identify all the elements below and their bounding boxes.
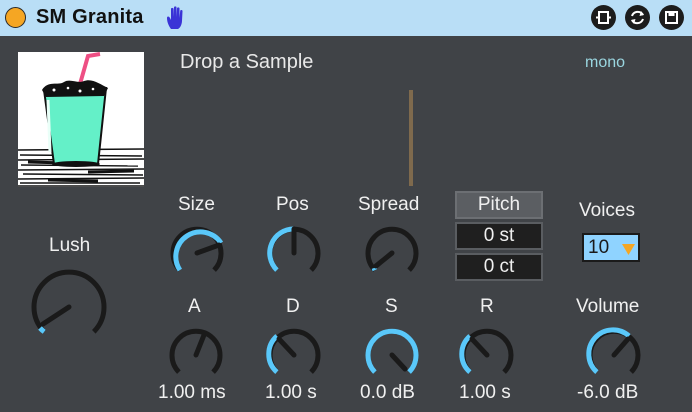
size-label: Size	[178, 194, 215, 215]
pitch-cents-field[interactable]: 0 ct	[455, 253, 543, 281]
device-title-bar: SM Granita	[0, 0, 692, 36]
sample-position-marker[interactable]	[409, 90, 413, 186]
volume-knob[interactable]	[583, 322, 645, 384]
sustain-value: 0.0 dB	[360, 382, 415, 403]
device-panel: SM Granita Drop a Sample mono Size Pos S…	[0, 0, 692, 412]
hotswap-icon[interactable]	[591, 5, 616, 30]
voices-value: 10	[588, 237, 610, 258]
attack-value: 1.00 ms	[158, 382, 226, 403]
save-icon[interactable]	[659, 5, 684, 30]
size-knob[interactable]	[166, 220, 228, 282]
release-value: 1.00 s	[459, 382, 511, 403]
decay-knob[interactable]	[263, 322, 325, 384]
sustain-knob[interactable]	[361, 322, 423, 384]
attack-knob[interactable]	[165, 322, 227, 384]
decay-value: 1.00 s	[265, 382, 317, 403]
release-knob[interactable]	[456, 322, 518, 384]
device-power-button[interactable]	[5, 7, 26, 28]
volume-label: Volume	[576, 296, 640, 317]
spread-knob[interactable]	[361, 220, 423, 282]
pitch-semitones-field[interactable]: 0 st	[455, 222, 543, 250]
release-label: R	[480, 296, 494, 317]
pos-knob[interactable]	[263, 220, 325, 282]
device-title: SM Granita	[36, 6, 144, 28]
lush-knob[interactable]	[24, 262, 114, 352]
attack-label: A	[188, 296, 201, 317]
granita-artwork	[17, 52, 145, 187]
sustain-label: S	[385, 296, 398, 317]
mono-toggle[interactable]: mono	[585, 54, 625, 72]
pitch-header: Pitch	[455, 191, 543, 219]
pos-label: Pos	[276, 194, 309, 215]
lush-label: Lush	[49, 235, 91, 256]
decay-label: D	[286, 296, 300, 317]
drop-sample-label[interactable]: Drop a Sample	[180, 51, 313, 74]
volume-value: -6.0 dB	[577, 382, 639, 403]
voices-label: Voices	[579, 200, 635, 221]
chevron-down-icon	[622, 244, 635, 255]
voices-dropdown[interactable]: 10	[582, 233, 640, 262]
hand-icon	[165, 5, 187, 31]
refresh-icon[interactable]	[625, 5, 650, 30]
spread-label: Spread	[358, 194, 420, 215]
